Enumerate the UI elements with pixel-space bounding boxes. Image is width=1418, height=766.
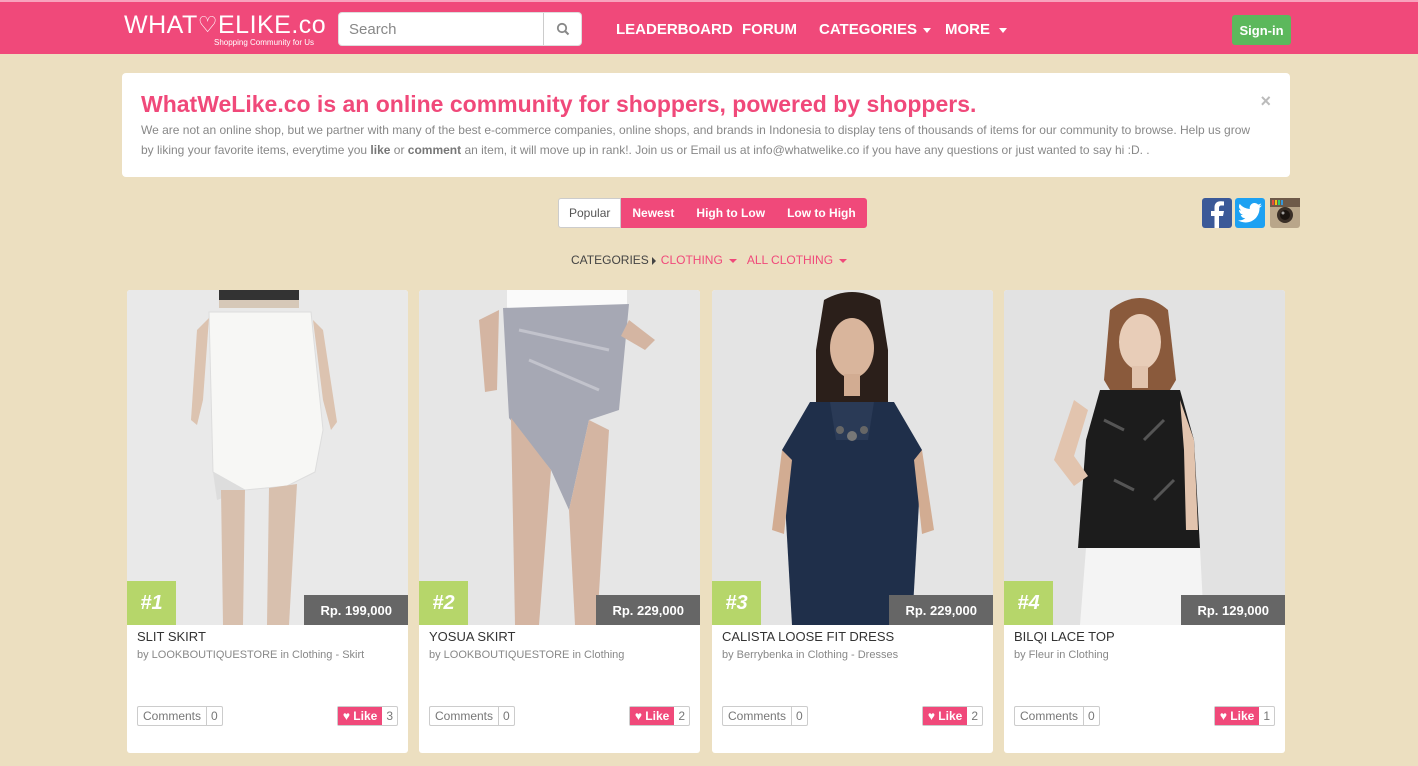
close-icon[interactable]: × <box>1260 91 1271 112</box>
product-image[interactable] <box>1004 290 1285 625</box>
rank-badge: #3 <box>712 581 761 625</box>
comments-button[interactable]: Comments 0 <box>1014 706 1100 726</box>
like-button[interactable]: ♥ Like 1 <box>1213 706 1275 726</box>
search-input[interactable] <box>339 13 545 45</box>
twitter-glyph <box>1238 203 1262 223</box>
product-title[interactable]: SLIT SKIRT <box>137 629 206 644</box>
crumb-all-clothing[interactable]: ALL CLOTHING <box>747 253 848 267</box>
product-image[interactable] <box>127 290 408 625</box>
price-tag: Rp. 229,000 <box>889 595 993 625</box>
intro-banner: WhatWeLike.co is an online community for… <box>122 73 1290 177</box>
product-card[interactable]: #2 Rp. 229,000 YOSUA SKIRT by LOOKBOUTIQ… <box>419 290 700 753</box>
site-logo[interactable]: WHAT♡ELIKE.co Shopping Community for Us <box>124 11 327 47</box>
price-tag: Rp. 229,000 <box>596 595 700 625</box>
sort-group: Popular Newest High to Low Low to High <box>558 198 867 228</box>
like-button[interactable]: ♥ Like 2 <box>628 706 690 726</box>
instagram-glyph <box>1270 198 1300 223</box>
sort-low-to-high[interactable]: Low to High <box>776 198 867 228</box>
rank-badge: #4 <box>1004 581 1053 625</box>
like-button[interactable]: ♥ Like 3 <box>336 706 398 726</box>
product-card[interactable]: #4 Rp. 129,000 BILQI LACE TOP by Fleur i… <box>1004 290 1285 753</box>
heart-icon: ♥ <box>927 709 935 723</box>
comments-button[interactable]: Comments 0 <box>429 706 515 726</box>
chevron-down-icon <box>839 258 848 263</box>
nav-forum[interactable]: FORUM <box>742 21 797 38</box>
product-source: by LOOKBOUTIQUESTORE in Clothing <box>429 649 625 661</box>
product-image[interactable] <box>712 290 993 625</box>
instagram-icon[interactable] <box>1270 198 1300 228</box>
rank-badge: #2 <box>419 581 468 625</box>
like-count: 2 <box>971 709 978 723</box>
heart-icon: ♥ <box>634 709 642 723</box>
twitter-icon[interactable] <box>1235 198 1265 228</box>
crumb-categories[interactable]: CATEGORIES <box>571 253 649 267</box>
logo-tagline: Shopping Community for Us <box>214 38 315 47</box>
product-card[interactable]: #3 Rp. 229,000 CALISTA LOOSE FIT DRESS b… <box>712 290 993 753</box>
facebook-glyph <box>1211 201 1224 228</box>
price-tag: Rp. 199,000 <box>304 595 408 625</box>
nav-categories[interactable]: CATEGORIES <box>819 21 932 38</box>
product-photo <box>419 290 700 625</box>
heart-icon: ♥ <box>342 709 350 723</box>
product-source: by Fleur in Clothing <box>1014 649 1109 661</box>
facebook-icon[interactable] <box>1202 198 1232 228</box>
heart-logo-icon: ♡ <box>197 12 218 37</box>
like-count: 1 <box>1263 709 1270 723</box>
search-box <box>338 12 582 46</box>
chevron-down-icon <box>923 27 932 33</box>
product-photo <box>712 290 993 625</box>
nav-more[interactable]: MORE <box>945 21 1007 38</box>
comments-count: 0 <box>206 707 222 725</box>
rank-badge: #1 <box>127 581 176 625</box>
comments-button[interactable]: Comments 0 <box>722 706 808 726</box>
chevron-right-icon <box>651 256 656 265</box>
search-button[interactable] <box>543 13 581 45</box>
signin-button[interactable]: Sign-in <box>1232 15 1291 45</box>
product-source: by LOOKBOUTIQUESTORE in Clothing - Skirt <box>137 649 365 661</box>
heart-icon: ♥ <box>1219 709 1227 723</box>
product-photo <box>1004 290 1285 625</box>
comments-button[interactable]: Comments 0 <box>137 706 223 726</box>
like-count: 2 <box>678 709 685 723</box>
banner-text: We are not an online shop, but we partne… <box>141 123 1251 157</box>
sort-high-to-low[interactable]: High to Low <box>685 198 777 228</box>
product-title[interactable]: YOSUA SKIRT <box>429 629 515 644</box>
product-image[interactable] <box>419 290 700 625</box>
like-count: 3 <box>386 709 393 723</box>
top-navbar: WHAT♡ELIKE.co Shopping Community for Us … <box>0 0 1418 54</box>
logo-wordmark: WHAT♡ELIKE.co <box>124 11 327 39</box>
comments-count: 0 <box>498 707 514 725</box>
product-card[interactable]: #1 Rp. 199,000 SLIT SKIRT by LOOKBOUTIQU… <box>127 290 408 753</box>
product-title[interactable]: BILQI LACE TOP <box>1014 629 1115 644</box>
sort-popular[interactable]: Popular <box>558 198 622 228</box>
product-photo <box>127 290 408 625</box>
product-title[interactable]: CALISTA LOOSE FIT DRESS <box>722 629 894 644</box>
chevron-down-icon <box>999 27 1007 33</box>
nav-leaderboard[interactable]: LEADERBOARD <box>616 21 733 38</box>
search-icon <box>556 22 569 36</box>
product-source: by Berrybenka in Clothing - Dresses <box>722 649 899 661</box>
banner-title: WhatWeLike.co is an online community for… <box>141 91 977 117</box>
breadcrumb: CATEGORIES CLOTHING ALL CLOTHING <box>571 253 857 267</box>
like-button[interactable]: ♥ Like 2 <box>921 706 983 726</box>
crumb-clothing[interactable]: CLOTHING <box>661 253 737 267</box>
comments-count: 0 <box>1083 707 1099 725</box>
comments-count: 0 <box>791 707 807 725</box>
sort-newest[interactable]: Newest <box>621 198 686 228</box>
price-tag: Rp. 129,000 <box>1181 595 1285 625</box>
chevron-down-icon <box>728 258 737 263</box>
